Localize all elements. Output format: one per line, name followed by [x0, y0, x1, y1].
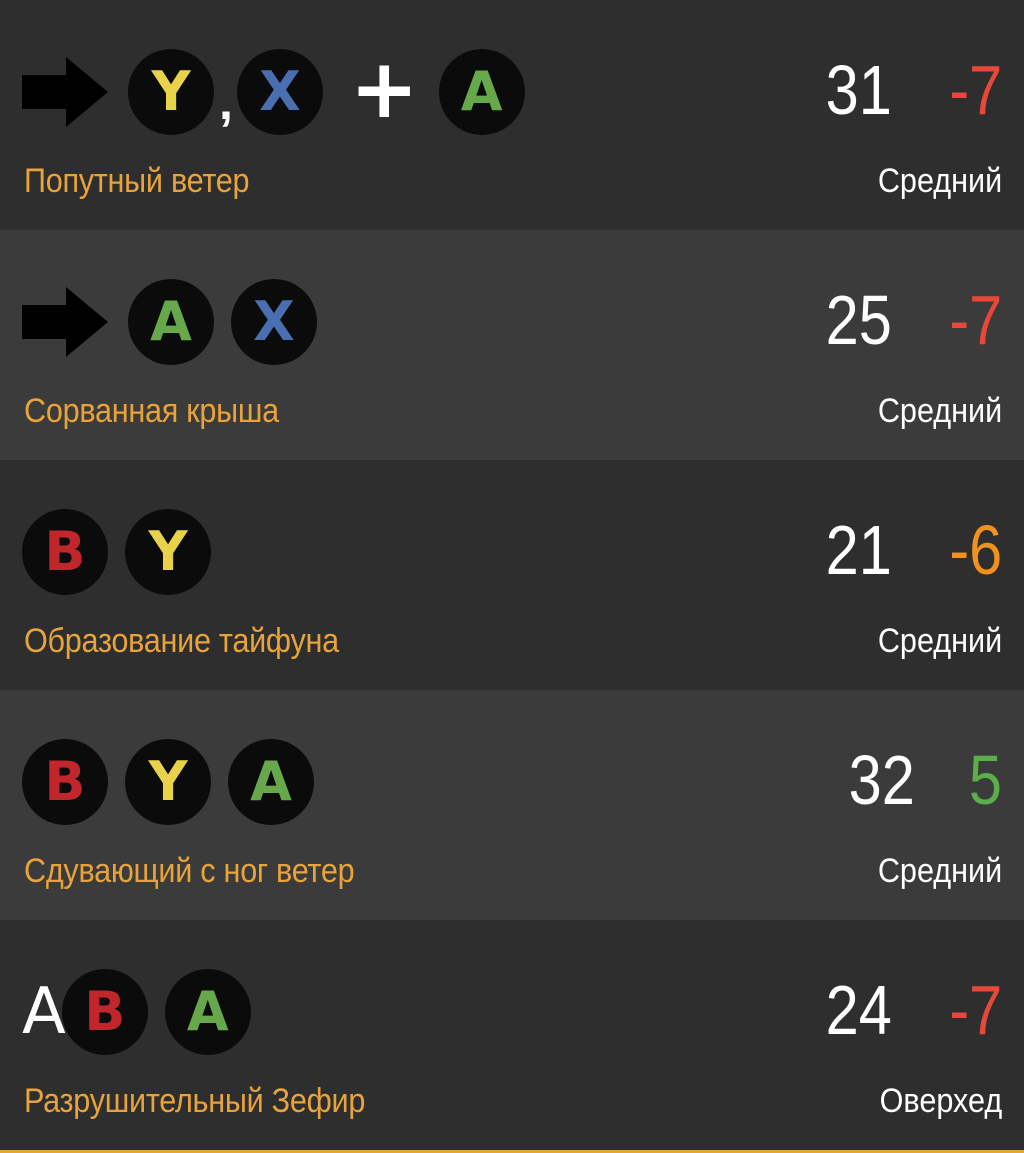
input-sequence: AX [22, 278, 334, 366]
damage-value: 21 [825, 511, 892, 589]
button-y-icon: Y [125, 509, 211, 595]
damage-value: 24 [825, 971, 892, 1049]
input-sequence: BY [22, 508, 228, 596]
move-row[interactable]: B Y Образование тайфуна 21 -6 Средний [0, 460, 1024, 690]
hit-level: Средний [877, 622, 1002, 660]
frame-advantage-value: -7 [949, 971, 1002, 1049]
arrow-right-icon [22, 287, 128, 357]
hit-level: Средний [877, 162, 1002, 200]
button-a-icon: A [438, 49, 525, 135]
move-stats: 25 -7 [814, 280, 1002, 360]
button-y-icon: Y [128, 49, 214, 135]
button-a-icon: A [228, 739, 314, 825]
damage-value: 31 [825, 51, 892, 129]
move-list: Y, X + A Попутный ветер 31 -7 Средний A X Сорванна… [0, 0, 1024, 1150]
input-sequence: BYA [22, 738, 331, 826]
frame-advantage-value: -7 [949, 51, 1002, 129]
button-x-icon: X [231, 279, 317, 365]
plus-icon: + [349, 42, 419, 137]
input-sequence: ABA [22, 968, 268, 1056]
hit-level: Средний [877, 852, 1002, 890]
input-sequence: Y, X + A [22, 48, 542, 136]
move-stats: 32 5 [837, 740, 1002, 820]
hit-level: Оверхед [879, 1082, 1002, 1120]
button-a-icon: A [128, 279, 214, 365]
move-name: Разрушительный Зефир [24, 1082, 366, 1120]
button-a-icon: A [164, 969, 251, 1055]
move-name: Сорванная крыша [24, 392, 279, 430]
move-row[interactable]: A B A Разрушительный Зефир 24 -7 Оверхед [0, 920, 1024, 1150]
button-x-icon: X [236, 49, 323, 135]
plain-input-letter: A [22, 975, 66, 1049]
button-b-icon: B [22, 739, 108, 825]
move-stats: 24 -7 [814, 970, 1002, 1050]
button-y-icon: Y [125, 739, 211, 825]
button-b-icon: B [22, 509, 108, 595]
hit-level: Средний [877, 392, 1002, 430]
move-row[interactable]: Y, X + A Попутный ветер 31 -7 Средний [0, 0, 1024, 230]
damage-value: 32 [848, 741, 916, 819]
move-stats: 21 -6 [814, 510, 1002, 590]
frame-advantage-value: -7 [949, 281, 1002, 359]
move-row[interactable]: A X Сорванная крыша 25 -7 Средний [0, 230, 1024, 460]
move-name: Попутный ветер [24, 162, 250, 200]
move-name: Образование тайфуна [24, 622, 339, 660]
move-name: Сдувающий с ног ветер [24, 852, 355, 890]
move-row[interactable]: B Y A Сдувающий с ног ветер 32 5 Средний [0, 690, 1024, 920]
frame-advantage-value: 5 [968, 741, 1002, 819]
button-b-icon: B [61, 969, 148, 1055]
damage-value: 25 [825, 281, 892, 359]
input-separator: , [219, 74, 233, 130]
frame-advantage-value: -6 [949, 511, 1002, 589]
move-stats: 31 -7 [814, 50, 1002, 130]
arrow-right-icon [22, 57, 128, 127]
